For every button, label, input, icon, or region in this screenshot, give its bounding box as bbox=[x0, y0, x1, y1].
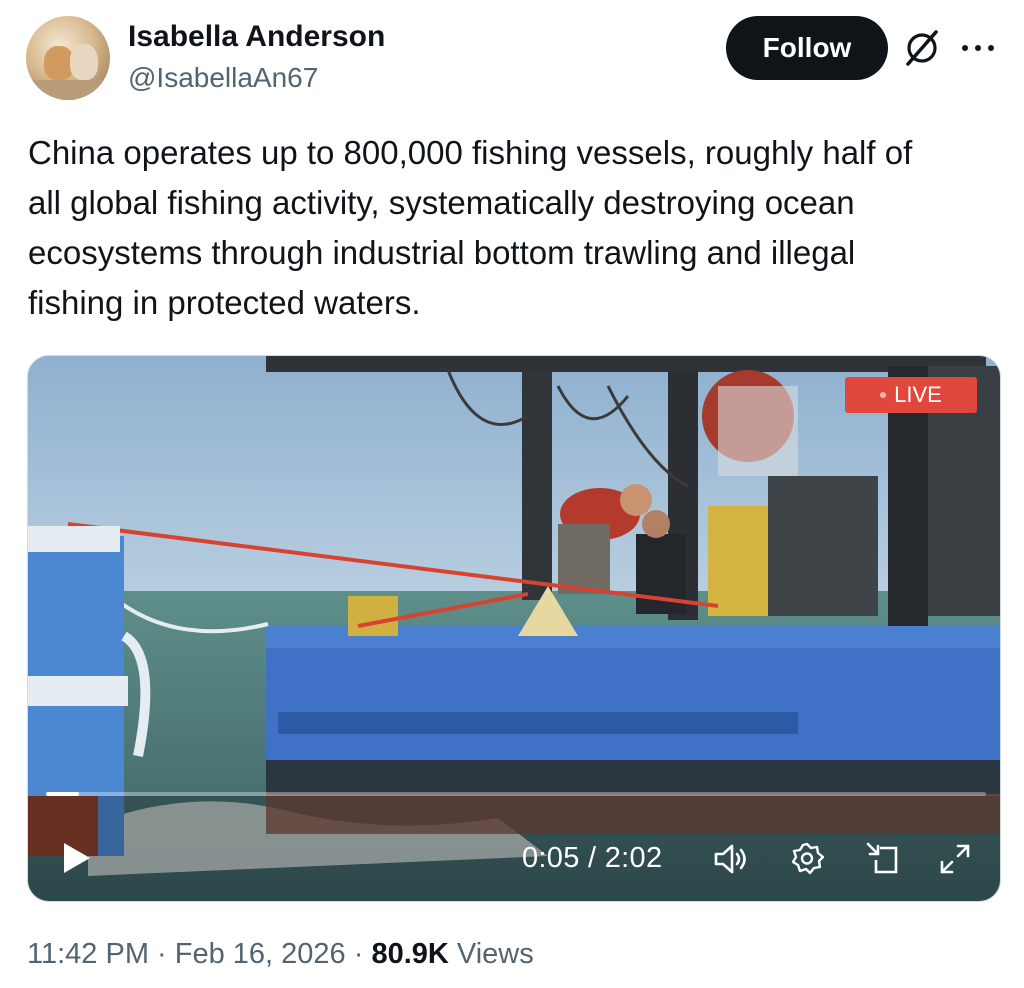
tweet-date[interactable]: Feb 16, 2026 bbox=[175, 938, 346, 970]
live-badge: LIVE bbox=[845, 377, 977, 413]
picture-in-picture-icon[interactable] bbox=[864, 840, 902, 878]
current-time: 0:05 bbox=[522, 842, 580, 874]
tweet-meta: 11:42 PM · Feb 16, 2026 · 80.9K Views bbox=[27, 938, 534, 971]
video-frame-image bbox=[28, 356, 1000, 901]
live-dot-icon bbox=[880, 392, 887, 398]
views-count: 80.9K bbox=[371, 938, 449, 970]
author-display-name[interactable]: Isabella Anderson bbox=[128, 20, 385, 54]
video-player[interactable]: LIVE 0:05 / 2:02 bbox=[27, 355, 1001, 902]
video-progress-fill bbox=[46, 792, 79, 796]
video-time-readout: 0:05 / 2:02 bbox=[522, 842, 662, 875]
follow-button[interactable]: Follow bbox=[726, 16, 888, 80]
author-handle[interactable]: @IsabellaAn67 bbox=[128, 62, 318, 94]
tweet-time[interactable]: 11:42 PM bbox=[27, 938, 149, 970]
views-label: Views bbox=[448, 938, 534, 970]
grok-icon[interactable] bbox=[902, 28, 942, 68]
fullscreen-icon[interactable] bbox=[936, 840, 974, 878]
meta-separator: · bbox=[148, 938, 175, 970]
video-controls: 0:05 / 2:02 bbox=[28, 826, 1000, 886]
play-icon[interactable] bbox=[56, 838, 96, 878]
settings-gear-icon[interactable] bbox=[788, 840, 826, 878]
more-options-icon[interactable] bbox=[956, 28, 1000, 68]
tweet-text: China operates up to 800,000 fishing ves… bbox=[28, 134, 913, 321]
duration: 2:02 bbox=[604, 842, 663, 874]
meta-separator: · bbox=[345, 938, 372, 970]
live-label: LIVE bbox=[894, 382, 942, 407]
tweet-header: Isabella Anderson @IsabellaAn67 Follow bbox=[26, 16, 998, 100]
time-separator: / bbox=[579, 842, 605, 874]
avatar[interactable] bbox=[26, 16, 110, 100]
video-progress-bar[interactable] bbox=[46, 792, 986, 796]
volume-icon[interactable] bbox=[712, 840, 750, 878]
